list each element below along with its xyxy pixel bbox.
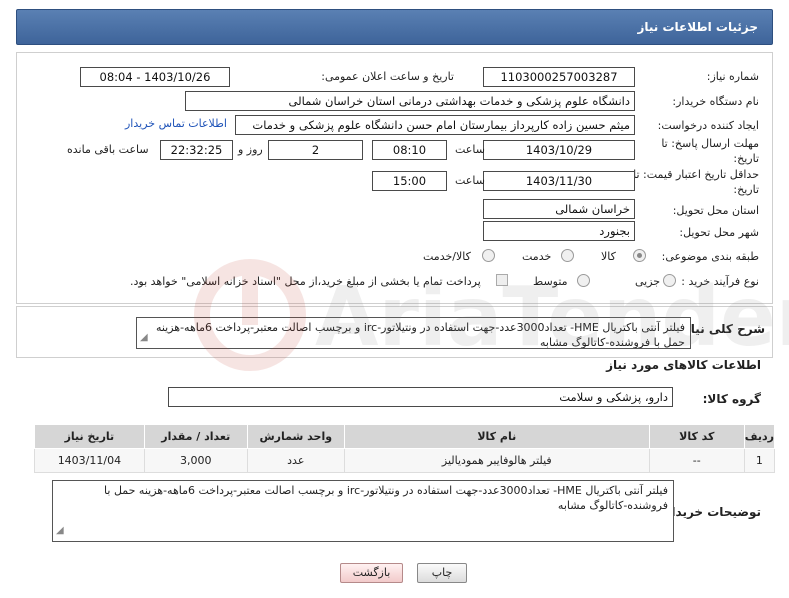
buyer-org-field[interactable]: دانشگاه علوم پزشکی و خدمات بهداشتی درمان… (185, 91, 635, 111)
need-number-field[interactable]: 1103000257003287 (483, 67, 635, 87)
price-validity-time-field[interactable]: 15:00 (372, 171, 447, 191)
goods-group-label: گروه کالا: (702, 392, 761, 406)
col-unit-header: واحد شمارش (246, 424, 345, 449)
price-validity-time-label: ساعت (455, 174, 485, 187)
goods-section-title: اطلاعات کالاهای مورد نیاز (606, 358, 761, 372)
purchase-medium-label: متوسط (533, 275, 568, 288)
province-field[interactable]: خراسان شمالی (483, 199, 635, 219)
send-deadline-date-field[interactable]: 1403/10/29 (483, 140, 635, 160)
province-label: استان محل تحویل: (672, 204, 759, 217)
city-label: شهر محل تحویل: (679, 226, 759, 239)
buyer-notes-label: توضیحات خریدار: (659, 505, 761, 519)
item-code-cell: -- (648, 448, 745, 473)
goods-group-field[interactable]: دارو، پزشکی و سلامت (168, 387, 673, 407)
print-button[interactable]: چاپ (417, 563, 467, 583)
remaining-time-field[interactable]: 22:32:25 (160, 140, 233, 160)
remaining-days-field[interactable]: 2 (268, 140, 363, 160)
need-number-label: شماره نیاز: (706, 70, 759, 83)
item-name-cell: فیلتر هالوفایبر همودیالیز (343, 448, 650, 473)
send-deadline-time-field[interactable]: 08:10 (372, 140, 447, 160)
col-qty-header: تعداد / مقدار (143, 424, 248, 449)
col-name-header: نام کالا (343, 424, 650, 449)
page-header: جزئیات اطلاعات نیاز (16, 9, 773, 45)
buyer-notes-text: فیلتر آنتی باکتریال HME- تعداد3000عدد-جه… (104, 484, 668, 512)
page-title: جزئیات اطلاعات نیاز (637, 20, 758, 34)
category-service-label: خدمت (522, 250, 552, 263)
goods-table-header: ردیف کد کالا نام کالا واحد شمارش تعداد /… (34, 424, 776, 449)
send-deadline-label: مهلت ارسال پاسخ: تا (661, 137, 759, 150)
summary-label: شرح کلی نیاز: (679, 322, 765, 336)
col-row-header: ردیف (743, 424, 776, 449)
table-row[interactable]: 1 -- فیلتر هالوفایبر همودیالیز عدد 3,000… (34, 448, 776, 473)
back-button[interactable]: بازگشت (340, 563, 403, 583)
summary-text: فیلتر آنتی باکتریال HME- تعداد3000عدد-جه… (155, 321, 685, 349)
item-date-cell: 1403/11/04 (34, 448, 145, 473)
resize-grip-icon[interactable]: ◢ (140, 330, 148, 345)
summary-textarea[interactable]: فیلتر آنتی باکتریال HME- تعداد3000عدد-جه… (136, 317, 691, 349)
buyer-org-label: نام دستگاه خریدار: (672, 95, 759, 108)
category-goods-label: کالا (601, 250, 616, 263)
category-both-label: کالا/خدمت (423, 250, 471, 263)
treasury-bonds-note: پرداخت تمام یا بخشی از مبلغ خرید،از محل … (130, 275, 481, 288)
treasury-bonds-checkbox[interactable] (496, 274, 508, 286)
col-date-header: تاریخ نیاز (34, 424, 145, 449)
city-field[interactable]: بجنورد (483, 221, 635, 241)
category-goods-radio[interactable] (633, 249, 646, 262)
buyer-notes-textarea[interactable]: فیلتر آنتی باکتریال HME- تعداد3000عدد-جه… (52, 480, 674, 542)
resize-grip-icon[interactable]: ◢ (56, 523, 64, 538)
purchase-small-label: جزیی (635, 275, 661, 288)
item-unit-cell: عدد (246, 448, 345, 473)
purchase-medium-radio[interactable] (577, 274, 590, 287)
category-service-radio[interactable] (561, 249, 574, 262)
buyer-contact-link[interactable]: اطلاعات تماس خریدار (125, 117, 227, 130)
category-both-radio[interactable] (482, 249, 495, 262)
row-number-cell: 1 (743, 448, 776, 473)
announce-date-field[interactable]: 1403/10/26 - 08:04 (80, 67, 230, 87)
col-code-header: کد کالا (648, 424, 745, 449)
price-validity-date-field[interactable]: 1403/11/30 (483, 171, 635, 191)
goods-table: ردیف کد کالا نام کالا واحد شمارش تعداد /… (34, 424, 776, 473)
send-deadline-date-label: تاریخ: (733, 152, 759, 165)
requester-label: ایجاد کننده درخواست: (657, 119, 759, 132)
item-qty-cell: 3,000 (143, 448, 248, 473)
purchase-small-radio[interactable] (663, 274, 676, 287)
price-validity-label: حداقل تاریخ اعتبار قیمت: تا (633, 168, 759, 181)
purchase-type-label: نوع فرآیند خرید : (681, 275, 759, 288)
announce-date-label: تاریخ و ساعت اعلان عمومی: (321, 70, 454, 83)
price-validity-date-label: تاریخ: (733, 183, 759, 196)
remaining-days-label: روز و (238, 143, 263, 156)
send-deadline-time-label: ساعت (455, 143, 485, 156)
requester-field[interactable]: میثم حسین زاده کارپرداز بیمارستان امام ح… (235, 115, 635, 135)
category-label: طبقه بندی موضوعی: (661, 250, 759, 263)
remaining-time-label: ساعت باقی مانده (67, 143, 149, 156)
